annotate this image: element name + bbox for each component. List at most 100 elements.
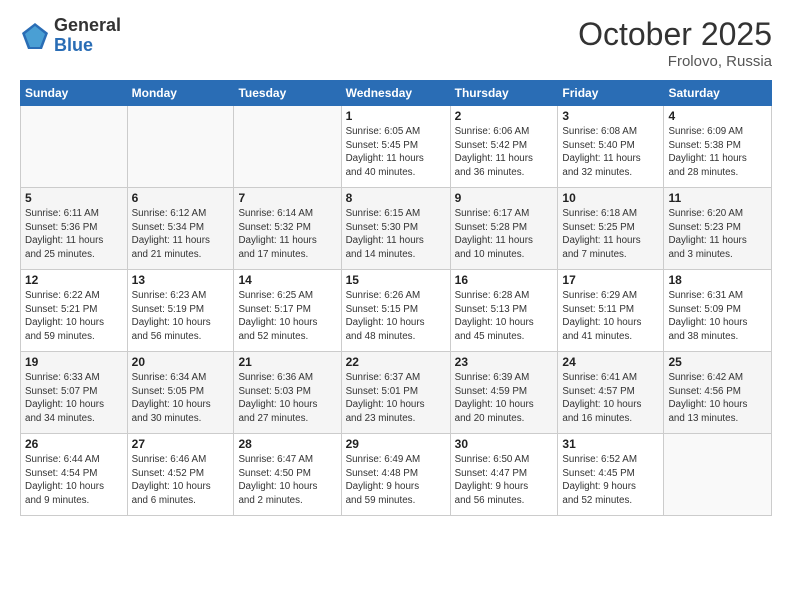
logo-icon <box>20 21 50 51</box>
calendar-cell: 18 Sunrise: 6:31 AM Sunset: 5:09 PM Dayli… <box>664 270 772 352</box>
calendar-cell: 7 Sunrise: 6:14 AM Sunset: 5:32 PM Daylig… <box>234 188 341 270</box>
day-info: Sunrise: 6:18 AM Sunset: 5:25 PM Dayligh… <box>562 207 659 262</box>
day-info: Sunrise: 6:41 AM Sunset: 4:57 PM Dayligh… <box>562 371 659 426</box>
day-info: Sunrise: 6:34 AM Sunset: 5:05 PM Dayligh… <box>132 371 230 426</box>
calendar-cell: 9Sunrise: 6:17 AM Sunset: 5:28 PM Daylig… <box>450 188 558 270</box>
day-info: Sunrise: 6:42 AM Sunset: 4:56 PM Dayligh… <box>668 371 767 426</box>
calendar-cell: 27 Sunrise: 6:46 AM Sunset: 4:52 PM Dayli… <box>127 434 234 516</box>
day-number: 15 <box>346 273 446 287</box>
logo-general: General <box>54 15 121 35</box>
day-number: 19 <box>25 355 123 369</box>
calendar-cell: 12 Sunrise: 6:22 AM Sunset: 5:21 PM Dayli… <box>21 270 128 352</box>
day-number: 21 <box>238 355 336 369</box>
day-info: Sunrise: 6:44 AM Sunset: 4:54 PM Dayligh… <box>25 453 123 508</box>
day-info: Sunrise: 6:26 AM Sunset: 5:15 PM Dayligh… <box>346 289 446 344</box>
day-number: 13 <box>132 273 230 287</box>
day-number: 30 <box>455 437 554 451</box>
header: General Blue October 2025 Frolovo, Russi… <box>20 16 772 70</box>
calendar-cell: 8Sunrise: 6:15 AM Sunset: 5:30 PM Daylig… <box>341 188 450 270</box>
day-info: Sunrise: 6:25 AM Sunset: 5:17 PM Dayligh… <box>238 289 336 344</box>
title-block: October 2025 Frolovo, Russia <box>578 16 772 70</box>
calendar-cell: 14 Sunrise: 6:25 AM Sunset: 5:17 PM Dayli… <box>234 270 341 352</box>
calendar-cell <box>127 106 234 188</box>
day-info: Sunrise: 6:36 AM Sunset: 5:03 PM Dayligh… <box>238 371 336 426</box>
day-number: 1 <box>346 109 446 123</box>
day-number: 14 <box>238 273 336 287</box>
day-number: 18 <box>668 273 767 287</box>
day-number: 31 <box>562 437 659 451</box>
day-number: 17 <box>562 273 659 287</box>
calendar-week-2: 12 Sunrise: 6:22 AM Sunset: 5:21 PM Dayli… <box>21 270 772 352</box>
calendar-cell: 2Sunrise: 6:06 AM Sunset: 5:42 PM Daylig… <box>450 106 558 188</box>
logo-blue: Blue <box>54 35 93 55</box>
calendar-cell: 4 Sunrise: 6:09 AM Sunset: 5:38 PM Daylig… <box>664 106 772 188</box>
day-info: Sunrise: 6:05 AM Sunset: 5:45 PM Dayligh… <box>346 125 446 180</box>
calendar-cell: 5 Sunrise: 6:11 AM Sunset: 5:36 PM Daylig… <box>21 188 128 270</box>
day-number: 6 <box>132 191 230 205</box>
day-info: Sunrise: 6:46 AM Sunset: 4:52 PM Dayligh… <box>132 453 230 508</box>
day-number: 5 <box>25 191 123 205</box>
col-sunday: Sunday <box>21 81 128 106</box>
calendar-cell: 1 Sunrise: 6:05 AM Sunset: 5:45 PM Daylig… <box>341 106 450 188</box>
day-number: 27 <box>132 437 230 451</box>
calendar-week-4: 26 Sunrise: 6:44 AM Sunset: 4:54 PM Dayli… <box>21 434 772 516</box>
calendar-cell: 25Sunrise: 6:42 AM Sunset: 4:56 PM Dayli… <box>664 352 772 434</box>
calendar-cell <box>664 434 772 516</box>
day-number: 26 <box>25 437 123 451</box>
day-info: Sunrise: 6:28 AM Sunset: 5:13 PM Dayligh… <box>455 289 554 344</box>
day-info: Sunrise: 6:17 AM Sunset: 5:28 PM Dayligh… <box>455 207 554 262</box>
day-number: 3 <box>562 109 659 123</box>
day-number: 16 <box>455 273 554 287</box>
month-title: October 2025 <box>578 16 772 53</box>
calendar-cell: 16 Sunrise: 6:28 AM Sunset: 5:13 PM Dayli… <box>450 270 558 352</box>
calendar-cell: 20 Sunrise: 6:34 AM Sunset: 5:05 PM Dayli… <box>127 352 234 434</box>
calendar-cell: 21 Sunrise: 6:36 AM Sunset: 5:03 PM Dayli… <box>234 352 341 434</box>
logo-text: General Blue <box>54 16 121 56</box>
day-number: 4 <box>668 109 767 123</box>
calendar-cell <box>234 106 341 188</box>
day-number: 7 <box>238 191 336 205</box>
calendar-cell: 10 Sunrise: 6:18 AM Sunset: 5:25 PM Dayli… <box>558 188 664 270</box>
day-info: Sunrise: 6:39 AM Sunset: 4:59 PM Dayligh… <box>455 371 554 426</box>
day-number: 12 <box>25 273 123 287</box>
calendar-cell: 6 Sunrise: 6:12 AM Sunset: 5:34 PM Daylig… <box>127 188 234 270</box>
calendar-cell: 28Sunrise: 6:47 AM Sunset: 4:50 PM Dayli… <box>234 434 341 516</box>
day-info: Sunrise: 6:52 AM Sunset: 4:45 PM Dayligh… <box>562 453 659 508</box>
calendar-cell: 11Sunrise: 6:20 AM Sunset: 5:23 PM Dayli… <box>664 188 772 270</box>
col-saturday: Saturday <box>664 81 772 106</box>
day-info: Sunrise: 6:31 AM Sunset: 5:09 PM Dayligh… <box>668 289 767 344</box>
day-info: Sunrise: 6:33 AM Sunset: 5:07 PM Dayligh… <box>25 371 123 426</box>
day-number: 2 <box>455 109 554 123</box>
col-thursday: Thursday <box>450 81 558 106</box>
calendar-cell: 24Sunrise: 6:41 AM Sunset: 4:57 PM Dayli… <box>558 352 664 434</box>
day-number: 10 <box>562 191 659 205</box>
day-info: Sunrise: 6:12 AM Sunset: 5:34 PM Dayligh… <box>132 207 230 262</box>
calendar-cell: 15 Sunrise: 6:26 AM Sunset: 5:15 PM Dayli… <box>341 270 450 352</box>
calendar-cell: 3 Sunrise: 6:08 AM Sunset: 5:40 PM Daylig… <box>558 106 664 188</box>
calendar-cell: 22Sunrise: 6:37 AM Sunset: 5:01 PM Dayli… <box>341 352 450 434</box>
calendar-week-0: 1 Sunrise: 6:05 AM Sunset: 5:45 PM Daylig… <box>21 106 772 188</box>
day-info: Sunrise: 6:37 AM Sunset: 5:01 PM Dayligh… <box>346 371 446 426</box>
logo: General Blue <box>20 16 121 56</box>
calendar-cell: 13Sunrise: 6:23 AM Sunset: 5:19 PM Dayli… <box>127 270 234 352</box>
day-number: 11 <box>668 191 767 205</box>
weekday-header-row: Sunday Monday Tuesday Wednesday Thursday… <box>21 81 772 106</box>
calendar: Sunday Monday Tuesday Wednesday Thursday… <box>20 80 772 516</box>
calendar-cell: 31 Sunrise: 6:52 AM Sunset: 4:45 PM Dayli… <box>558 434 664 516</box>
day-info: Sunrise: 6:50 AM Sunset: 4:47 PM Dayligh… <box>455 453 554 508</box>
calendar-cell <box>21 106 128 188</box>
day-info: Sunrise: 6:14 AM Sunset: 5:32 PM Dayligh… <box>238 207 336 262</box>
day-number: 20 <box>132 355 230 369</box>
day-number: 29 <box>346 437 446 451</box>
col-tuesday: Tuesday <box>234 81 341 106</box>
day-number: 28 <box>238 437 336 451</box>
day-info: Sunrise: 6:11 AM Sunset: 5:36 PM Dayligh… <box>25 207 123 262</box>
calendar-cell: 30 Sunrise: 6:50 AM Sunset: 4:47 PM Dayli… <box>450 434 558 516</box>
day-info: Sunrise: 6:49 AM Sunset: 4:48 PM Dayligh… <box>346 453 446 508</box>
calendar-cell: 19 Sunrise: 6:33 AM Sunset: 5:07 PM Dayli… <box>21 352 128 434</box>
day-info: Sunrise: 6:09 AM Sunset: 5:38 PM Dayligh… <box>668 125 767 180</box>
col-monday: Monday <box>127 81 234 106</box>
day-info: Sunrise: 6:22 AM Sunset: 5:21 PM Dayligh… <box>25 289 123 344</box>
day-info: Sunrise: 6:15 AM Sunset: 5:30 PM Dayligh… <box>346 207 446 262</box>
day-info: Sunrise: 6:08 AM Sunset: 5:40 PM Dayligh… <box>562 125 659 180</box>
